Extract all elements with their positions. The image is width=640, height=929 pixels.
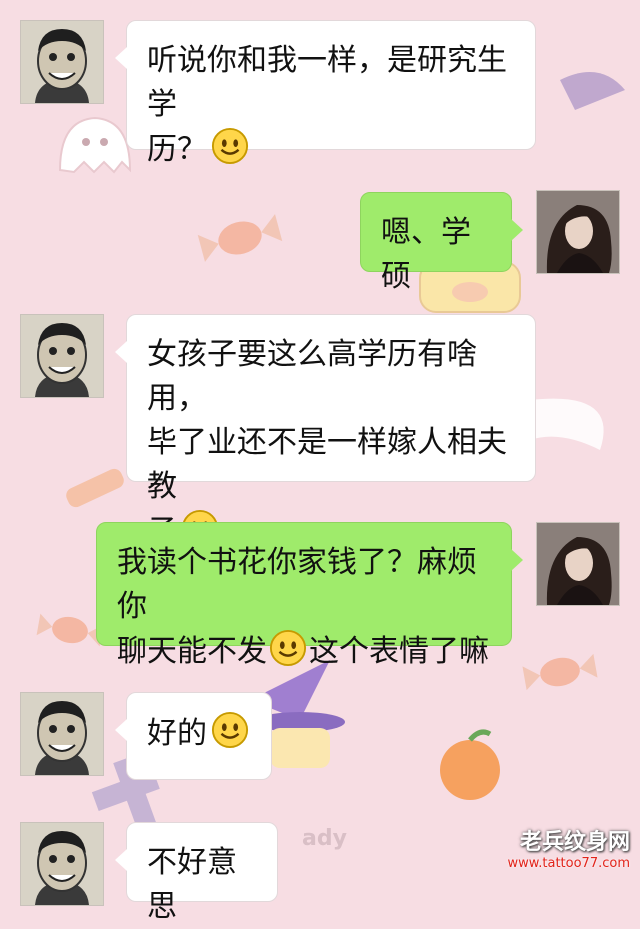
message-bubble[interactable]: 好的 [115, 692, 272, 780]
message-bubble[interactable]: 不好意思 [115, 822, 278, 924]
smile-emoji-icon [211, 711, 249, 749]
message-text: 嗯、学硕 [381, 215, 471, 294]
sender-avatar[interactable] [20, 20, 104, 104]
message-text: 好的 [147, 716, 207, 751]
self-avatar[interactable] [536, 522, 620, 606]
message-bubble[interactable]: 我读个书花你家钱了？麻烦你 聊天能不发 这个表情了嘛 [96, 522, 523, 669]
message-text: 历？ [147, 132, 207, 167]
message-bubble[interactable]: 女孩子要这么高学历有啥用， 毕了业还不是一样嫁人相夫教 子 [115, 314, 536, 549]
watermark-url: www.tattoo77.com [507, 856, 630, 871]
watermark-title: 老兵纹身网 [519, 830, 630, 855]
message-bubble[interactable]: 嗯、学硕 [360, 192, 523, 294]
message-bubble[interactable]: 听说你和我一样，是研究生学 历？ [115, 20, 536, 167]
watermark: 老兵纹身网 www.tattoo77.com [508, 830, 630, 872]
smile-emoji-icon [211, 127, 249, 165]
self-avatar[interactable] [536, 190, 620, 274]
background-text: ady [302, 826, 347, 851]
message-text: 我读个书花你家钱了？麻烦你 [117, 545, 477, 624]
sender-avatar[interactable] [20, 822, 104, 906]
smile-emoji-icon [269, 629, 307, 667]
sender-avatar[interactable] [20, 314, 104, 398]
sender-avatar[interactable] [20, 692, 104, 776]
message-text: 女孩子要这么高学历有啥用， [147, 337, 477, 416]
message-text: 聊天能不发 [117, 634, 267, 669]
message-text: 毕了业还不是一样嫁人相夫教 [147, 425, 507, 504]
message-text: 听说你和我一样，是研究生学 [147, 43, 507, 122]
message-text: 不好意思 [147, 845, 237, 924]
message-text: 这个表情了嘛 [309, 634, 489, 669]
